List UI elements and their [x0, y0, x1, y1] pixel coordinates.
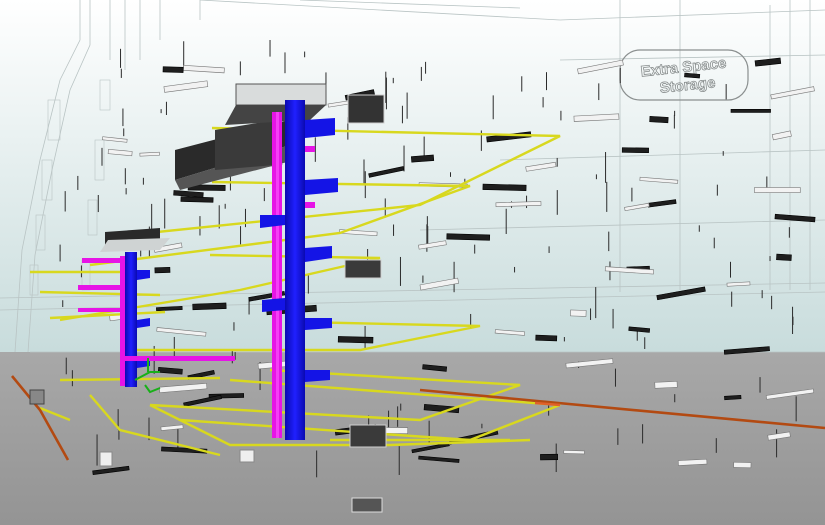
- mep-3d-scene: Extra Space Storage: [0, 0, 825, 525]
- suspended-fixture: [535, 334, 558, 342]
- suspended-fixture: [570, 309, 587, 317]
- suspended-fixture: [139, 151, 160, 157]
- suspended-fixture: [162, 66, 184, 73]
- suspended-fixture: [649, 116, 669, 124]
- suspended-fixture: [446, 233, 491, 241]
- suspended-fixture: [154, 266, 171, 274]
- suspended-fixture: [563, 450, 585, 455]
- suspended-fixture: [654, 380, 678, 389]
- bim-model-viewport[interactable]: Extra Space Storage: [0, 0, 825, 525]
- suspended-fixture: [776, 253, 792, 261]
- suspended-fixture: [482, 183, 527, 192]
- suspended-fixture: [337, 336, 374, 344]
- suspended-fixture: [724, 394, 742, 401]
- suspended-fixture: [754, 187, 801, 193]
- suspended-fixture: [180, 196, 214, 203]
- suspended-fixture: [733, 461, 752, 469]
- suspended-fixture: [192, 302, 227, 311]
- suspended-fixture: [621, 147, 649, 154]
- suspended-fixture: [730, 108, 771, 113]
- suspended-fixture: [540, 453, 559, 461]
